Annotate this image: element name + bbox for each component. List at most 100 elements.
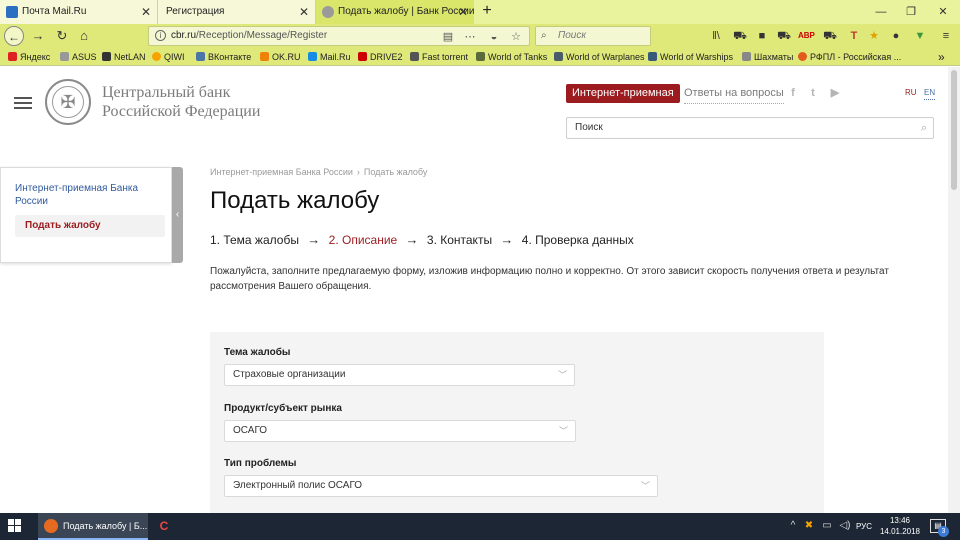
translate-t-icon[interactable]: T: [846, 28, 862, 44]
sidebar-item-complaint[interactable]: Подать жалобу: [15, 215, 165, 237]
problem-type-select[interactable]: Электронный полис ОСАГО ﹀: [224, 475, 658, 497]
bookmark-item[interactable]: World of Tanks: [476, 48, 547, 66]
bookmark-item[interactable]: ВКонтакте: [196, 48, 251, 66]
new-tab-button[interactable]: +: [478, 0, 496, 24]
bookmark-item[interactable]: NetLAN: [102, 48, 146, 66]
windows-start-icon[interactable]: [8, 519, 22, 533]
youtube-icon[interactable]: ▶: [828, 86, 842, 100]
step-arrow: →: [405, 232, 419, 247]
adblock-icon[interactable]: ABP: [798, 28, 815, 44]
wizard-steps: 1. Тема жалобы → 2. Описание → 3. Контак…: [210, 232, 639, 248]
volume-icon[interactable]: ◁): [838, 519, 852, 533]
ccleaner-icon[interactable]: C: [156, 519, 172, 534]
yandex-icon: [8, 52, 17, 61]
bookmark-item[interactable]: ASUS: [60, 48, 97, 66]
ball-icon[interactable]: ●: [888, 28, 904, 44]
library-icon[interactable]: ‖\: [708, 28, 724, 44]
input-language[interactable]: РУС: [856, 513, 872, 540]
extension-bookmark-icon[interactable]: ■: [754, 28, 770, 44]
browser-search-input[interactable]: ⌕ Поиск: [535, 26, 651, 46]
site-search-placeholder: Поиск: [575, 122, 603, 133]
back-arrow-icon[interactable]: ←: [4, 26, 24, 46]
bookmark-item[interactable]: World of Warships: [648, 48, 733, 66]
taskbar-window-title: Подать жалобу | Б...: [63, 521, 148, 531]
notification-count-badge: 3: [938, 526, 949, 537]
reload-icon[interactable]: ↻: [52, 26, 72, 46]
network-icon[interactable]: ▭: [820, 519, 834, 533]
cart2-icon[interactable]: ⛟: [776, 28, 792, 44]
tray-app-icon[interactable]: ✖: [802, 519, 816, 533]
info-icon[interactable]: i: [155, 30, 166, 41]
minimize-icon[interactable]: —: [866, 0, 896, 24]
clock-time: 13:46: [889, 516, 911, 525]
chess-icon: [742, 52, 751, 61]
bookmark-item[interactable]: QIWI: [152, 48, 185, 66]
download-extension-icon[interactable]: ▼: [912, 28, 928, 44]
page-scrollbar-thumb[interactable]: [951, 70, 957, 190]
cbr-logo[interactable]: ✠: [45, 79, 91, 125]
hamburger-menu-icon[interactable]: [14, 97, 32, 110]
taskbar-firefox-window[interactable]: Подать жалобу | Б...: [38, 513, 148, 540]
sidebar-item-reception[interactable]: Интернет-приемная Банка России: [15, 182, 155, 208]
chevron-down-icon: ﹀: [558, 426, 568, 436]
forward-arrow-icon[interactable]: →: [28, 26, 48, 46]
bookmark-item[interactable]: Яндекс: [8, 48, 50, 66]
bookmark-item[interactable]: DRIVE2: [358, 48, 403, 66]
bookmark-item[interactable]: Fast torrent: [410, 48, 468, 66]
restore-icon[interactable]: ❐: [896, 0, 926, 24]
clock[interactable]: 13:46 14.01.2018: [878, 515, 922, 537]
bookmark-item[interactable]: РФПЛ - Российская ...: [798, 48, 901, 66]
intro-text: Пожалуйста, заполните предлагаемую форму…: [210, 266, 889, 292]
sidebar: Интернет-приемная Банка России Подать жа…: [0, 167, 172, 263]
lang-ru[interactable]: RU: [905, 87, 917, 99]
star-extension-icon[interactable]: ★: [866, 28, 882, 44]
close-window-icon[interactable]: ✕: [928, 0, 958, 24]
windows-taskbar: Подать жалобу | Б... C ^ ✖ ▭ ◁) РУС 13:4…: [0, 513, 960, 540]
close-tab-icon[interactable]: ✕: [299, 0, 309, 24]
bank-name[interactable]: Центральный банк Российской Федерации: [102, 83, 260, 121]
vk-icon: [196, 52, 205, 61]
search-icon: ⌕: [541, 30, 547, 41]
menu-icon[interactable]: ≡: [938, 28, 954, 44]
tab-cbr-complaint[interactable]: Подать жалобу | Банк России ✕: [316, 0, 474, 24]
tab-title: Подать жалобу | Банк России: [338, 6, 474, 17]
home-icon[interactable]: ⌂: [74, 26, 94, 46]
bookmarks-bar: Яндекс ASUS NetLAN QIWI ВКонтакте OK.RU …: [0, 48, 960, 66]
reader-view-icon[interactable]: ▤: [441, 30, 455, 44]
search-icon[interactable]: ⌕: [921, 118, 927, 138]
world-of-tanks-icon: [476, 52, 485, 61]
close-tab-icon[interactable]: ✕: [141, 0, 151, 24]
url-bar[interactable]: i cbr.ru/Reception/Message/Register ▤ ⋯ …: [148, 26, 530, 46]
tab-registration[interactable]: Регистрация ✕: [158, 0, 316, 24]
topic-select[interactable]: Страховые организации ﹀: [224, 364, 575, 386]
tray-overflow-chevron-icon[interactable]: ^: [786, 519, 800, 533]
product-select[interactable]: ОСАГО ﹀: [224, 420, 576, 442]
bookmark-item[interactable]: World of Warplanes: [554, 48, 645, 66]
url-host: cbr.ru: [171, 30, 197, 41]
field-label-problem-type: Тип проблемы: [224, 458, 297, 469]
cart-icon[interactable]: ⛟: [732, 28, 748, 44]
twitter-icon[interactable]: t: [806, 86, 820, 100]
site-search-input[interactable]: Поиск ⌕: [566, 117, 934, 139]
bookmarks-overflow-icon[interactable]: »: [938, 48, 945, 66]
browser-tab-bar: Почта Mail.Ru ✕ Регистрация ✕ Подать жал…: [0, 0, 960, 24]
bookmark-item[interactable]: OK.RU: [260, 48, 301, 66]
problem-type-select-value: Электронный полис ОСАГО: [233, 480, 363, 491]
sidebar-collapse-chevron-icon[interactable]: ‹: [172, 167, 183, 263]
internet-reception-button[interactable]: Интернет-приемная: [566, 84, 680, 103]
chevron-down-icon: ﹀: [640, 481, 650, 491]
mailru-icon: [308, 52, 317, 61]
bookmark-item[interactable]: Mail.Ru: [308, 48, 351, 66]
faq-link[interactable]: Ответы на вопросы: [684, 84, 784, 104]
basket-icon[interactable]: ⛟: [822, 28, 838, 44]
bookmark-star-icon[interactable]: ☆: [509, 30, 523, 44]
pocket-icon[interactable]: ◒: [487, 30, 501, 44]
more-actions-icon[interactable]: ⋯: [463, 30, 477, 44]
step-1: 1. Тема жалобы: [210, 233, 299, 247]
tab-mail[interactable]: Почта Mail.Ru ✕: [0, 0, 158, 24]
lang-en[interactable]: EN: [924, 87, 936, 100]
bookmark-item[interactable]: Шахматы: [742, 48, 793, 66]
close-tab-icon[interactable]: ✕: [458, 0, 468, 24]
facebook-icon[interactable]: f: [786, 86, 800, 100]
breadcrumb-link[interactable]: Интернет-приемная Банка России: [210, 167, 353, 177]
